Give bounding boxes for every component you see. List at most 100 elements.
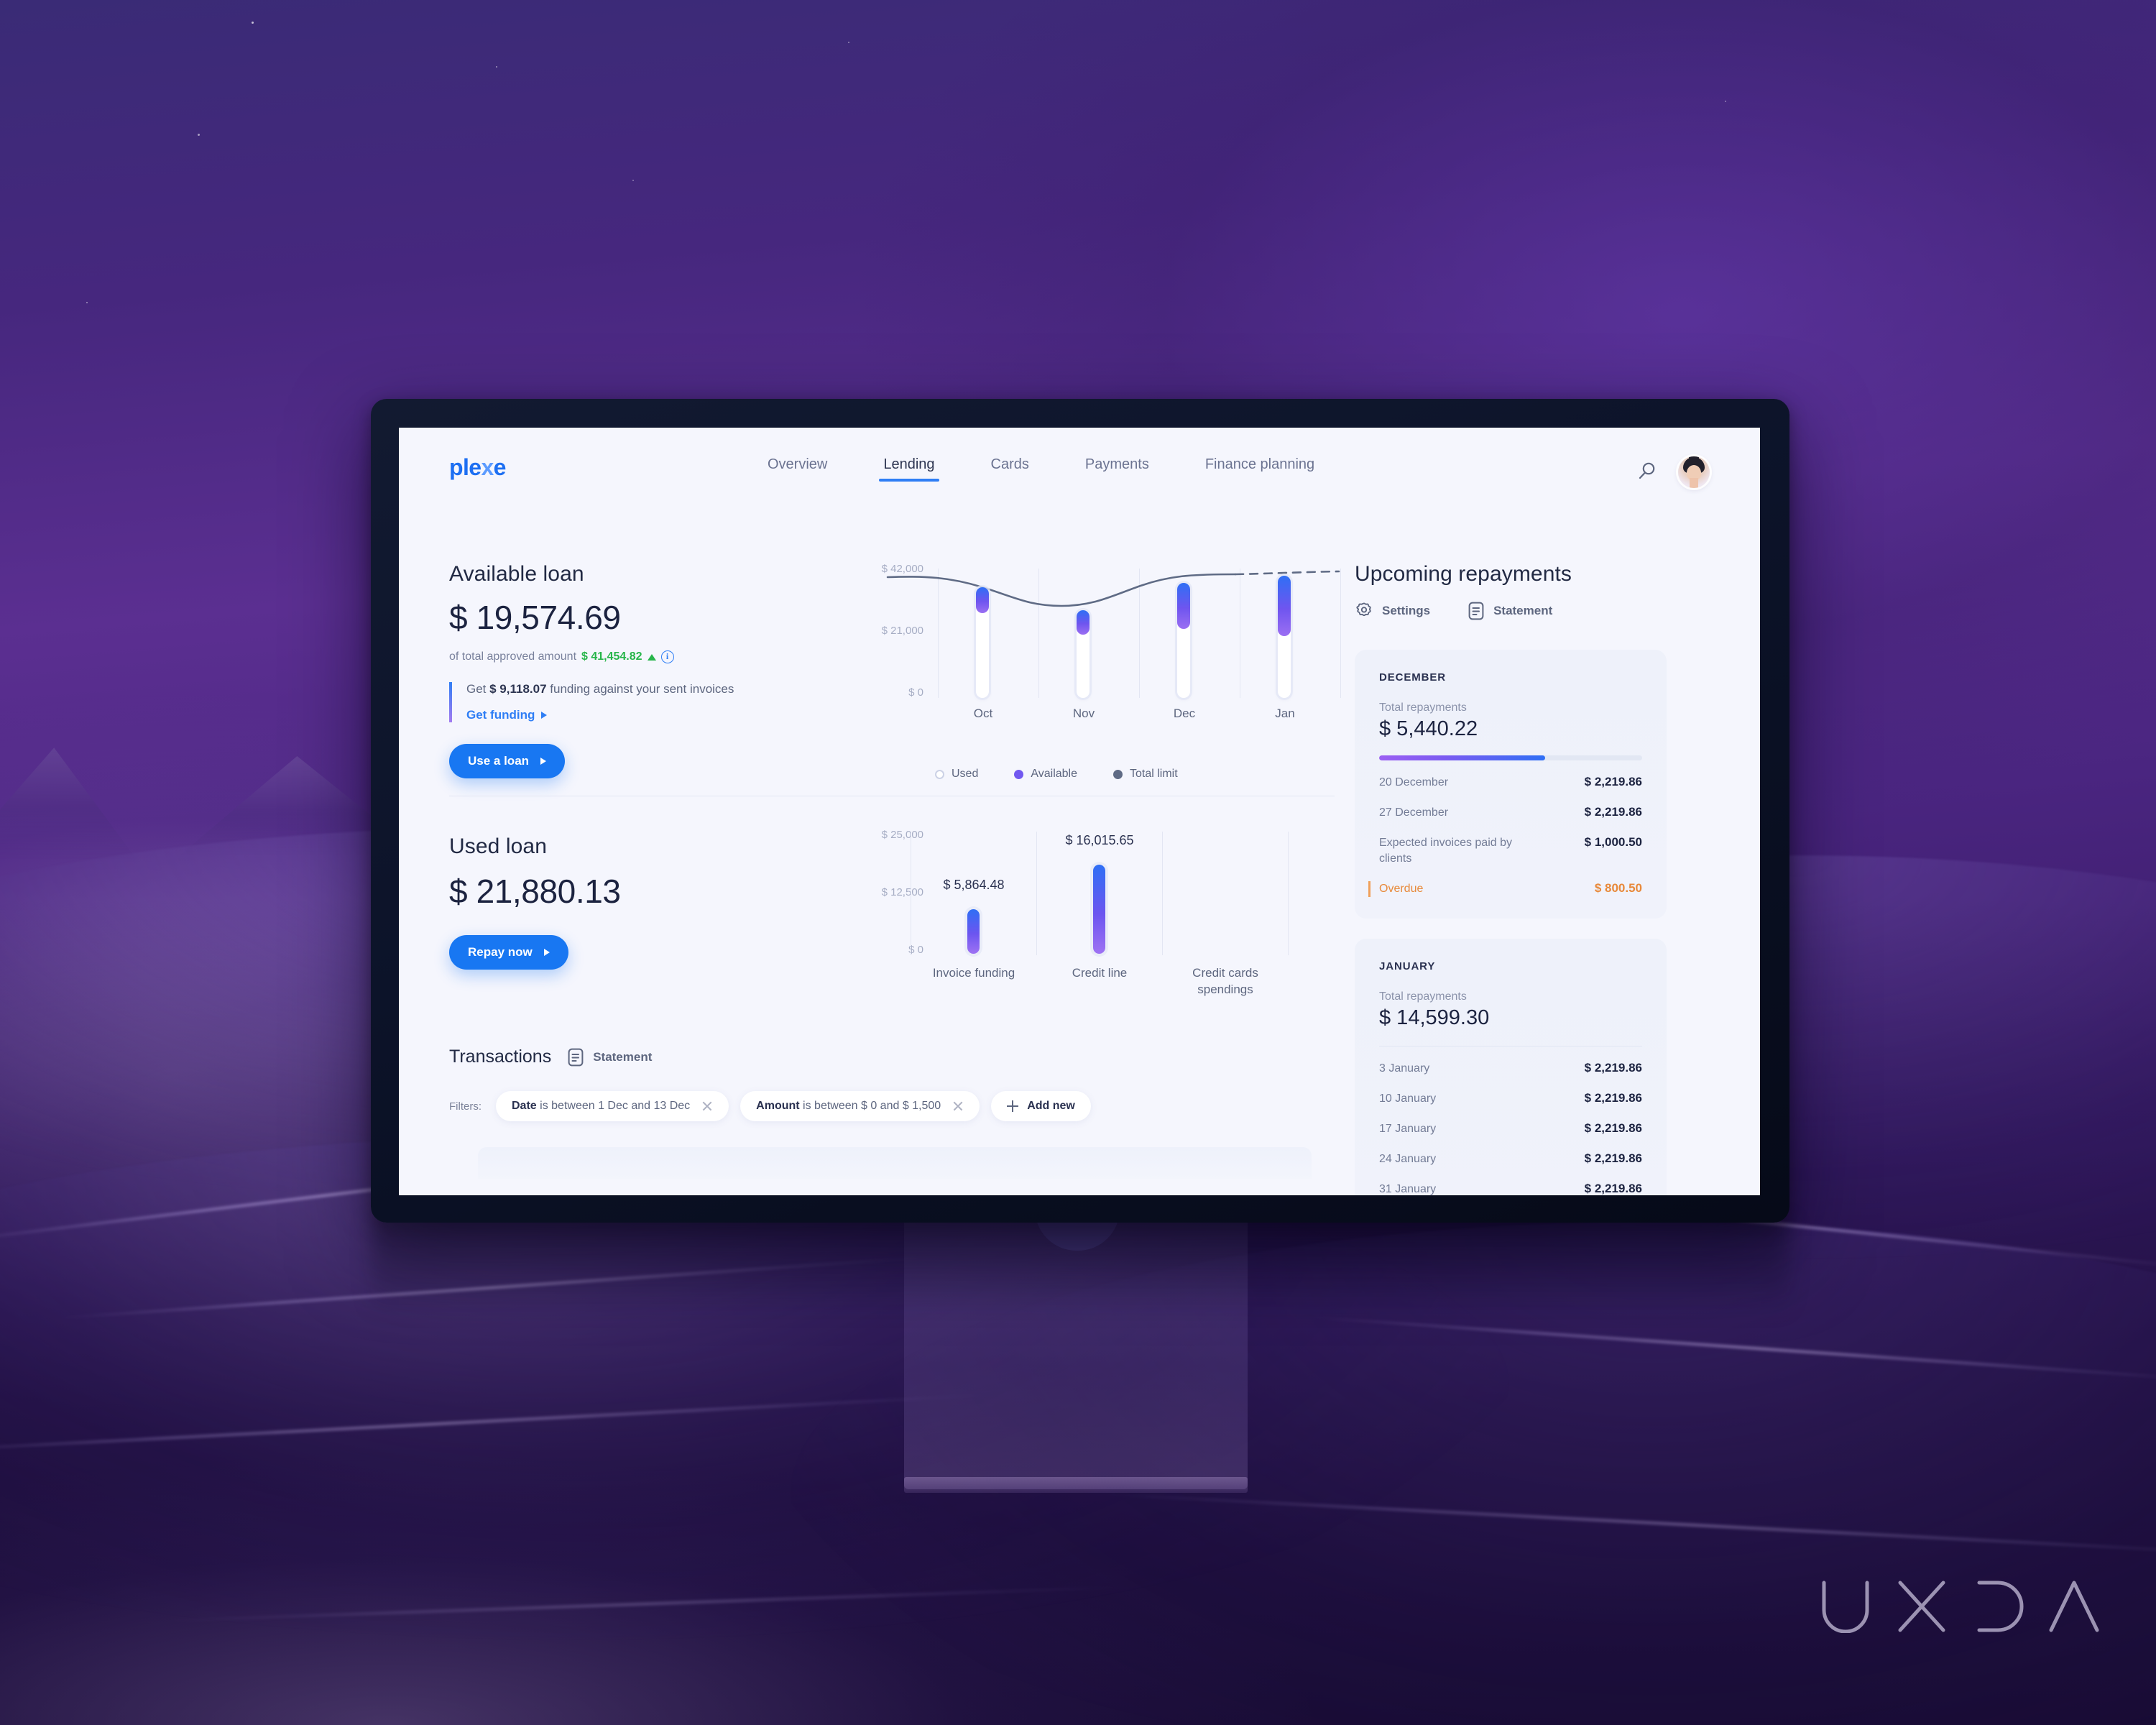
repayment-card-december[interactable]: DECEMBER Total repayments $ 5,440.22 20 … xyxy=(1355,650,1667,919)
filter-chip-date-rest: is between 1 Dec and 13 Dec xyxy=(540,1100,691,1112)
chart2-ytick-1: $ 12,500 xyxy=(881,886,923,898)
nav-item-cards[interactable]: Cards xyxy=(991,456,1029,482)
filter-chip-amount[interactable]: Amount is between $ 0 and $ 1,500 xyxy=(740,1091,980,1121)
document-icon xyxy=(568,1048,584,1066)
repayment-date: 27 December xyxy=(1379,806,1449,819)
repayment-value: $ 2,219.86 xyxy=(1584,1121,1642,1136)
gear-icon xyxy=(1356,602,1371,617)
chart1-ytick-0: $ 0 xyxy=(908,686,923,699)
legend-label-total-limit: Total limit xyxy=(1130,768,1178,780)
repayment-row: 3 January $ 2,219.86 xyxy=(1379,1061,1642,1077)
repayment-date: 3 January xyxy=(1379,1062,1430,1075)
info-icon[interactable]: i xyxy=(660,650,674,663)
month-label: DECEMBER xyxy=(1379,671,1447,684)
chart1-xlabel-oct: Oct xyxy=(973,707,993,720)
legend-label-used: Used xyxy=(952,768,979,780)
nav-item-overview[interactable]: Overview xyxy=(768,456,827,482)
play-arrow-icon xyxy=(541,712,548,719)
monitor-stand-base xyxy=(904,1477,1248,1493)
nav-item-finance-planning[interactable]: Finance planning xyxy=(1205,456,1314,482)
repayment-row-overdue: Overdue $ 800.50 xyxy=(1368,881,1642,898)
repayment-row: 27 December $ 2,219.86 xyxy=(1379,805,1642,821)
transactions-statement-link[interactable]: Statement xyxy=(567,1047,652,1067)
used-loan-amount: $ 21,880.13 xyxy=(449,873,621,910)
plexe-dashboard-app: plexe Overview Lending Cards Payments Fi… xyxy=(399,428,1760,1195)
repayment-card-january[interactable]: JANUARY Total repayments $ 14,599.30 3 J… xyxy=(1355,939,1667,1195)
filters-label: Filters: xyxy=(449,1100,482,1113)
upcoming-repayments-panel: Upcoming repayments Settings Statement D… xyxy=(1355,497,1760,1195)
legend-item-used[interactable]: Used xyxy=(935,768,978,781)
chart1-available-dec xyxy=(1177,583,1190,629)
repayment-value: $ 2,219.86 xyxy=(1584,1061,1642,1075)
total-repayments-amount: $ 14,599.30 xyxy=(1379,1006,1490,1029)
transactions-section: Transactions Statement Filters: Date is … xyxy=(449,1046,1340,1121)
get-funding-link[interactable]: Get funding xyxy=(466,708,823,722)
repay-now-button[interactable]: Repay now xyxy=(449,935,568,970)
use-a-loan-button[interactable]: Use a loan xyxy=(449,744,566,778)
chart2-bar-credit-line xyxy=(1093,865,1105,954)
statement-label: Statement xyxy=(1493,604,1553,617)
available-loan-title: Available loan xyxy=(449,562,584,586)
used-loan-block: Used loan $ 21,880.13 Repay now xyxy=(449,834,823,970)
settings-link[interactable]: Settings xyxy=(1355,601,1430,621)
trend-up-icon xyxy=(647,653,656,661)
chart1-xlabel-jan: Jan xyxy=(1275,707,1295,720)
legend-dot-available xyxy=(1014,769,1024,779)
plus-icon xyxy=(1007,1100,1019,1112)
repayment-date: 17 January xyxy=(1379,1123,1437,1136)
repayment-row: 20 December $ 2,219.86 xyxy=(1379,775,1642,791)
total-limit-line xyxy=(886,570,1340,607)
plexe-logo[interactable]: plexe xyxy=(449,454,506,481)
repayment-value: $ 2,219.86 xyxy=(1584,775,1642,788)
total-repayments-label: Total repayments xyxy=(1379,702,1467,714)
approved-amount-value: $ 41,454.82 xyxy=(581,650,642,663)
close-icon[interactable] xyxy=(701,1100,713,1112)
search-icon[interactable] xyxy=(1635,459,1659,484)
use-a-loan-label: Use a loan xyxy=(468,754,530,768)
approved-amount-label: of total approved amount xyxy=(449,650,577,663)
upcoming-actions: Settings Statement xyxy=(1355,601,1552,621)
used-loan-title: Used loan xyxy=(449,834,547,858)
transactions-table-row xyxy=(478,1147,1312,1179)
chart2-label-credit-cards-spendings: Credit cards spendings xyxy=(1192,966,1258,996)
play-arrow-icon xyxy=(543,949,550,956)
funding-note-text: Get $ 9,118.07 funding against your sent… xyxy=(466,682,823,696)
legend-label-available: Available xyxy=(1031,768,1077,780)
chart2-ytick-2: $ 25,000 xyxy=(881,829,923,841)
filter-chip-date[interactable]: Date is between 1 Dec and 13 Dec xyxy=(496,1091,729,1121)
status-badge: Overdue xyxy=(1368,881,1423,898)
nav-item-payments[interactable]: Payments xyxy=(1085,456,1149,482)
legend-item-total-limit[interactable]: Total limit xyxy=(1113,768,1178,781)
available-loan-chart: $ 42,000 $ 21,000 $ 0 Oct Nov Dec Jan xyxy=(882,563,1341,741)
chart1-xlabel-nov: Nov xyxy=(1072,707,1095,720)
chart1-xlabel-dec: Dec xyxy=(1173,707,1196,720)
filter-chip-amount-rest: is between $ 0 and $ 1,500 xyxy=(803,1100,941,1112)
avatar[interactable] xyxy=(1678,456,1710,488)
nav-item-lending[interactable]: Lending xyxy=(879,456,939,482)
total-repayments-label: Total repayments xyxy=(1379,990,1467,1003)
letter-d-icon xyxy=(1977,1581,2024,1632)
available-loan-subtitle: of total approved amount $ 41,454.82 i xyxy=(449,650,823,663)
repayment-value: $ 1,000.50 xyxy=(1584,835,1642,850)
close-icon[interactable] xyxy=(952,1100,964,1112)
uxda-watermark xyxy=(1820,1578,2100,1633)
upcoming-statement-link[interactable]: Statement xyxy=(1468,601,1552,621)
statement-label: Statement xyxy=(593,1049,653,1064)
chart2-value-credit-line: $ 16,015.65 xyxy=(1065,833,1134,847)
legend-item-available[interactable]: Available xyxy=(1014,768,1077,781)
screen: plexe Overview Lending Cards Payments Fi… xyxy=(399,428,1760,1195)
transactions-header: Transactions Statement xyxy=(449,1046,1340,1067)
repayment-value: $ 2,219.86 xyxy=(1584,805,1642,819)
chart2-bar-invoice-funding xyxy=(967,909,980,954)
add-filter-button[interactable]: Add new xyxy=(991,1091,1091,1121)
main-content-left: Available loan $ 19,574.69 of total appr… xyxy=(399,497,1355,1195)
upcoming-repayments-title: Upcoming repayments xyxy=(1355,562,1572,586)
chart2-label-credit-line: Credit line xyxy=(1072,966,1128,980)
repayment-value: $ 800.50 xyxy=(1594,881,1642,896)
repayment-progress-bar xyxy=(1379,755,1642,760)
repayment-date: 31 January xyxy=(1379,1183,1437,1195)
chart2-value-invoice-funding: $ 5,864.48 xyxy=(943,878,1005,892)
repayment-date: 20 December xyxy=(1379,776,1449,788)
transactions-filters: Filters: Date is between 1 Dec and 13 De… xyxy=(449,1091,1340,1121)
play-arrow-icon xyxy=(540,758,547,765)
